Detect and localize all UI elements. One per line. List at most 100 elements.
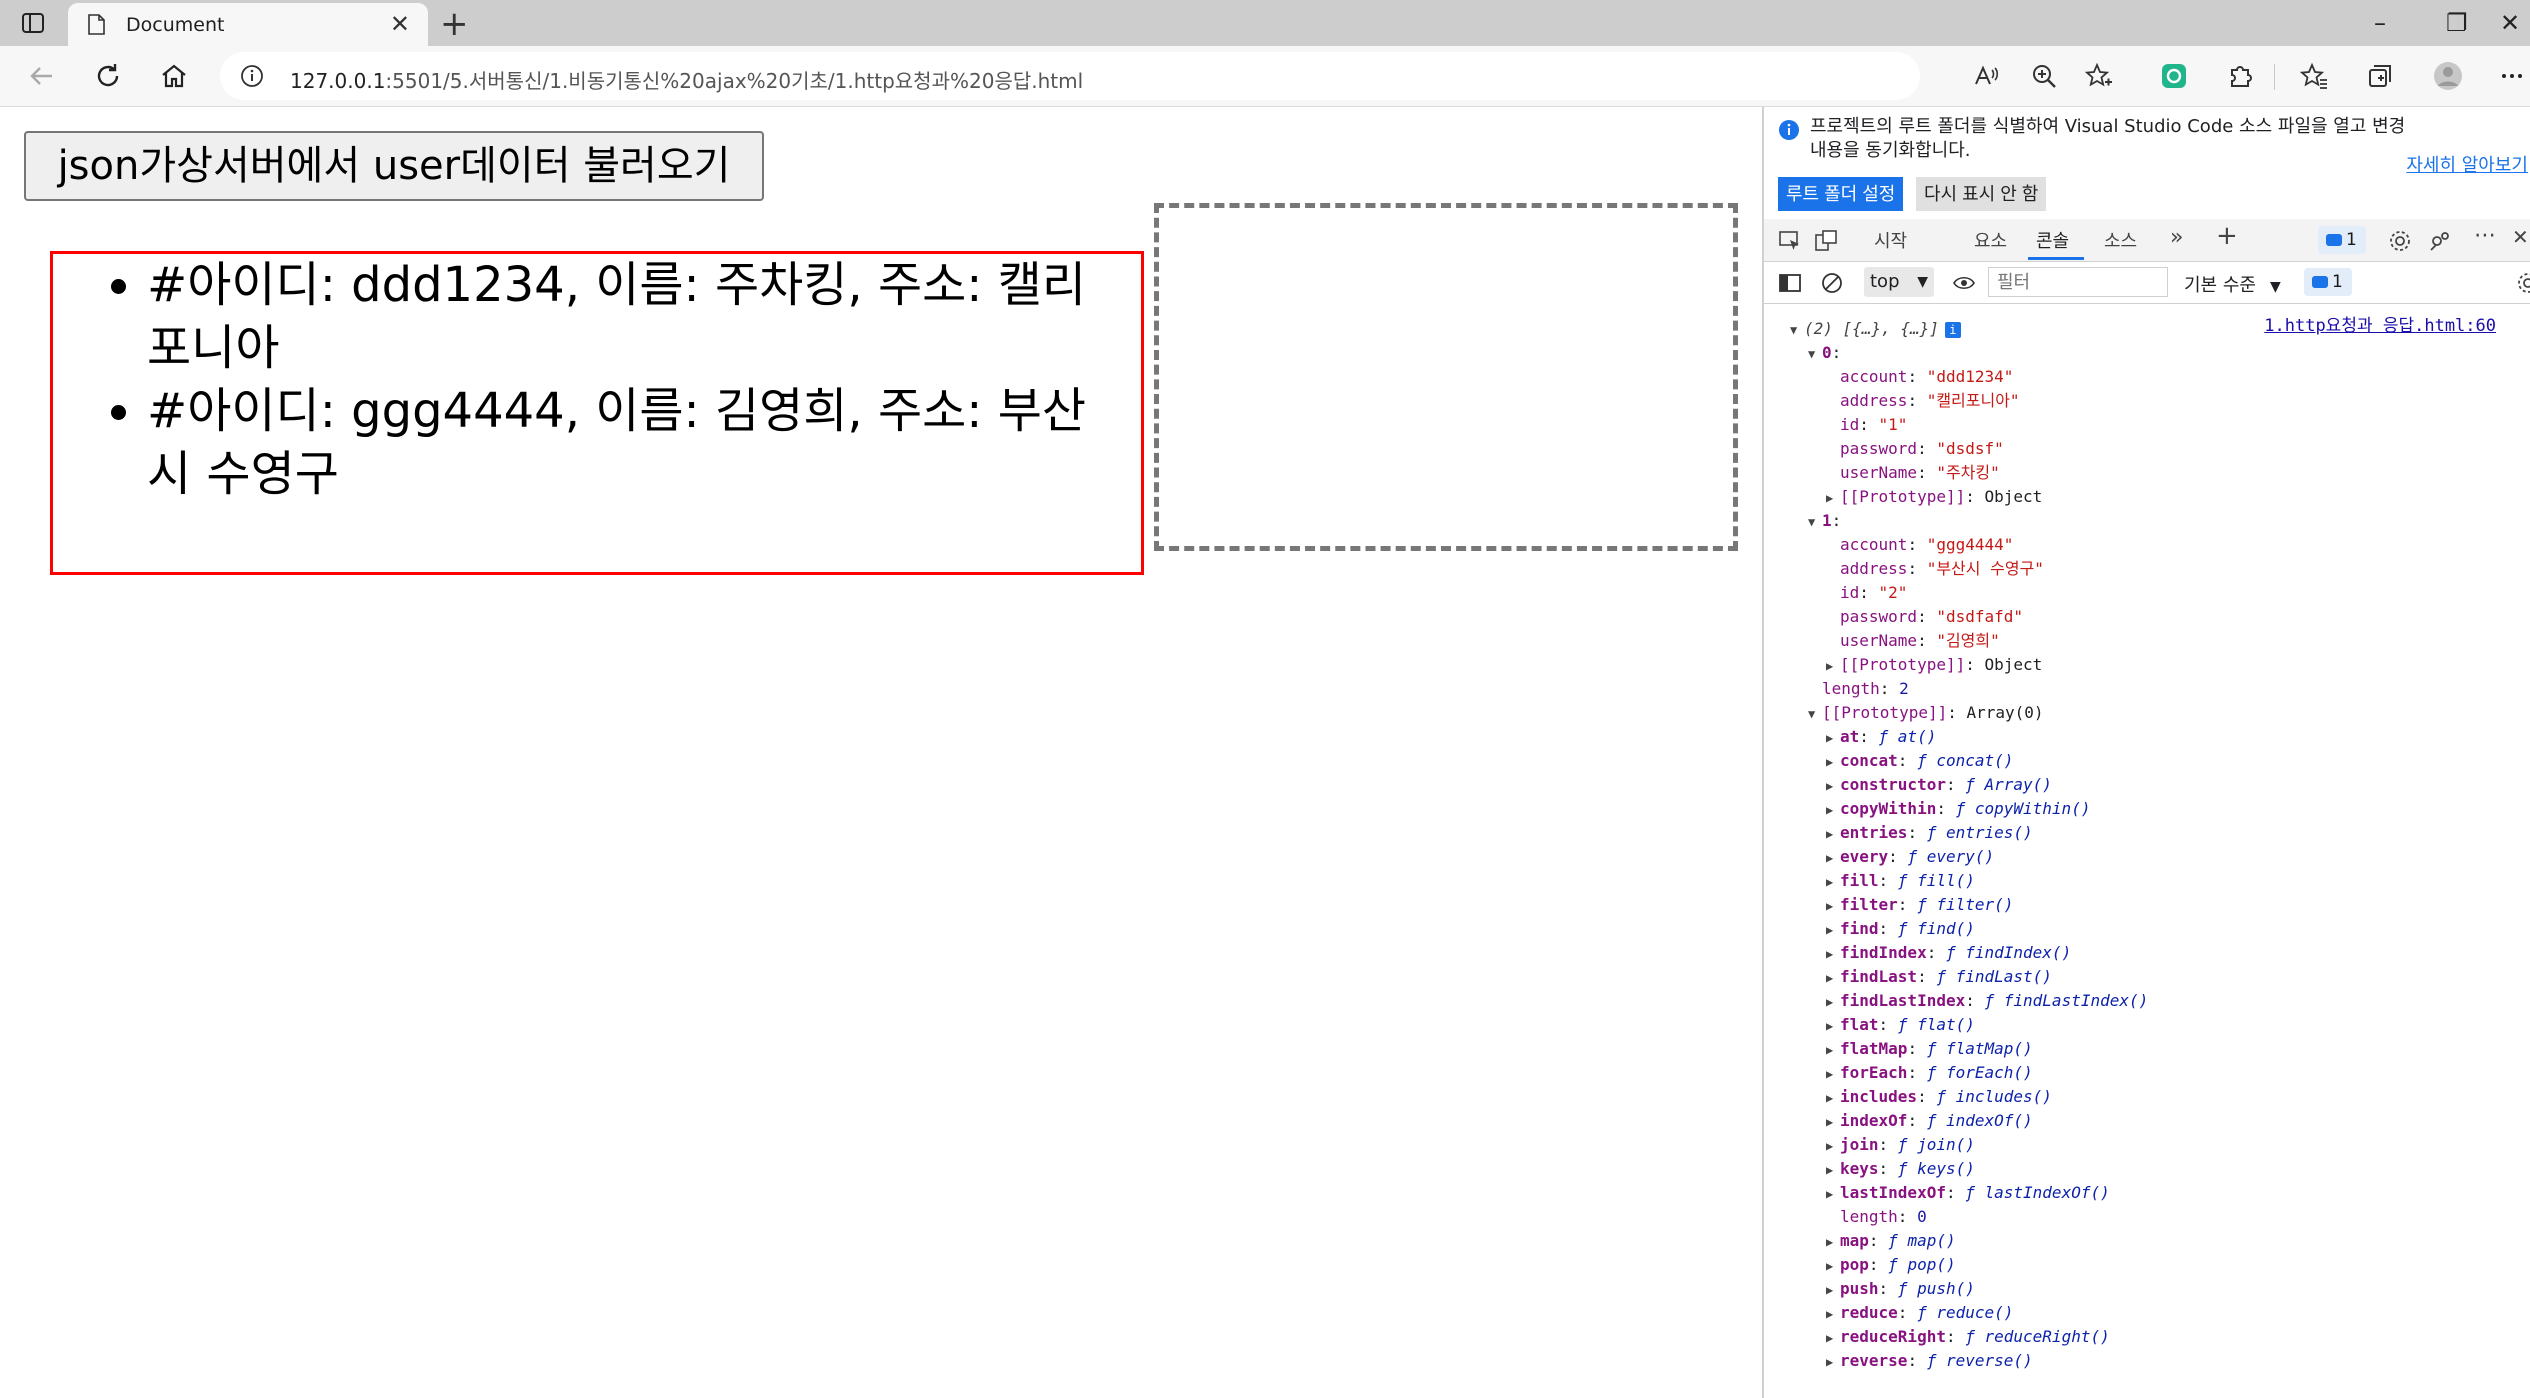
close-devtools-icon[interactable]: ✕ bbox=[2512, 225, 2529, 249]
console-method[interactable]: ▶ pop: ƒ pop() bbox=[1826, 1253, 1956, 1278]
collapsed-arrow-icon[interactable]: ▶ bbox=[1826, 846, 1840, 870]
console-prototype[interactable]: ▶ [[Prototype]]: Object bbox=[1826, 485, 2042, 510]
tab-sources[interactable]: 소스 bbox=[2104, 227, 2137, 253]
minimize-icon[interactable]: – bbox=[2374, 6, 2386, 40]
console-method[interactable]: ▶ join: ƒ join() bbox=[1826, 1133, 1975, 1158]
learn-more-link[interactable]: 자세히 알아보기 bbox=[2406, 151, 2528, 177]
collapsed-arrow-icon[interactable]: ▶ bbox=[1826, 1158, 1840, 1182]
console-method[interactable]: ▶ reduce: ƒ reduce() bbox=[1826, 1301, 2013, 1326]
collapsed-arrow-icon[interactable]: ▶ bbox=[1826, 750, 1840, 774]
collapsed-arrow-icon[interactable]: ▶ bbox=[1826, 486, 1840, 510]
collapsed-arrow-icon[interactable]: ▶ bbox=[1826, 1038, 1840, 1062]
console-method[interactable]: ▶ findLast: ƒ findLast() bbox=[1826, 965, 2052, 990]
collapsed-arrow-icon[interactable]: ▶ bbox=[1826, 1110, 1840, 1134]
collapsed-arrow-icon[interactable]: ▶ bbox=[1826, 918, 1840, 942]
console-method[interactable]: ▶ fill: ƒ fill() bbox=[1826, 869, 1975, 894]
collapsed-arrow-icon[interactable]: ▶ bbox=[1826, 870, 1840, 894]
collapsed-arrow-icon[interactable]: ▶ bbox=[1826, 1254, 1840, 1278]
console-object-header[interactable]: ▼ 1: bbox=[1808, 509, 1841, 534]
window-close-icon[interactable]: ✕ bbox=[2500, 6, 2520, 40]
inspect-icon[interactable] bbox=[1778, 229, 1802, 253]
collapsed-arrow-icon[interactable]: ▶ bbox=[1826, 1350, 1840, 1374]
collections-icon[interactable] bbox=[2364, 60, 2396, 92]
dont-show-again-button[interactable]: 다시 표시 안 함 bbox=[1916, 177, 2047, 211]
console-object-header[interactable]: ▼ 0: bbox=[1808, 341, 1841, 366]
console-array-header[interactable]: ▼ (2) [{…}, {…}] i bbox=[1790, 317, 1961, 342]
collapsed-arrow-icon[interactable]: ▶ bbox=[1826, 990, 1840, 1014]
tab-console[interactable]: 콘솔 bbox=[2036, 227, 2069, 253]
console-method[interactable]: ▶ reduceRight: ƒ reduceRight() bbox=[1826, 1325, 2110, 1350]
source-link[interactable]: 1.http요청과 응답.html:60 bbox=[2264, 311, 2496, 336]
log-levels-dropdown[interactable]: 기본 수준 ▼ bbox=[2184, 271, 2281, 297]
zoom-icon[interactable] bbox=[2028, 60, 2060, 92]
collapsed-arrow-icon[interactable]: ▶ bbox=[1826, 1278, 1840, 1302]
console-filter-input[interactable] bbox=[1988, 267, 2168, 297]
load-users-button[interactable]: json가상서버에서 user데이터 불러오기 bbox=[24, 131, 764, 201]
context-selector[interactable]: top ▼ bbox=[1864, 267, 1934, 297]
favorite-add-icon[interactable] bbox=[2082, 60, 2114, 92]
collapsed-arrow-icon[interactable]: ▶ bbox=[1826, 798, 1840, 822]
console-method[interactable]: ▶ flatMap: ƒ flatMap() bbox=[1826, 1037, 2033, 1062]
console-method[interactable]: ▶ filter: ƒ filter() bbox=[1826, 893, 2013, 918]
expanded-arrow-icon[interactable]: ▼ bbox=[1808, 702, 1822, 726]
browser-tab[interactable]: Document ✕ bbox=[68, 3, 428, 46]
console-method[interactable]: ▶ findLastIndex: ƒ findLastIndex() bbox=[1826, 989, 2148, 1014]
extension-green-icon[interactable] bbox=[2158, 60, 2190, 92]
more-options-icon[interactable] bbox=[2496, 60, 2528, 92]
back-icon[interactable] bbox=[26, 60, 58, 92]
collapsed-arrow-icon[interactable]: ▶ bbox=[1826, 1086, 1840, 1110]
collapsed-arrow-icon[interactable]: ▶ bbox=[1826, 1326, 1840, 1350]
console-method[interactable]: ▶ entries: ƒ entries() bbox=[1826, 821, 2033, 846]
settings-gear-icon[interactable] bbox=[2388, 229, 2412, 253]
profile-avatar-icon[interactable] bbox=[2432, 60, 2464, 92]
collapsed-arrow-icon[interactable]: ▶ bbox=[1826, 1302, 1840, 1326]
collapsed-arrow-icon[interactable]: ▶ bbox=[1826, 894, 1840, 918]
collapsed-arrow-icon[interactable]: ▶ bbox=[1826, 774, 1840, 798]
console-method[interactable]: ▶ concat: ƒ concat() bbox=[1826, 749, 2013, 774]
info-badge-icon[interactable]: i bbox=[1944, 322, 1961, 338]
set-root-folder-button[interactable]: 루트 폴더 설정 bbox=[1778, 177, 1904, 211]
tab-elements[interactable]: 요소 bbox=[1974, 227, 2007, 253]
url-text[interactable]: 127.0.0.1:5501/5.서버통신/1.비동기통신%20ajax%20기… bbox=[290, 65, 1083, 94]
console-method[interactable]: ▶ flat: ƒ flat() bbox=[1826, 1013, 1975, 1038]
console-method[interactable]: ▶ indexOf: ƒ indexOf() bbox=[1826, 1109, 2033, 1134]
expanded-arrow-icon[interactable]: ▼ bbox=[1808, 342, 1822, 366]
collapsed-arrow-icon[interactable]: ▶ bbox=[1826, 654, 1840, 678]
customize-icon[interactable] bbox=[2428, 229, 2452, 253]
console-issues-badge[interactable]: 1 bbox=[2304, 268, 2352, 296]
expanded-arrow-icon[interactable]: ▼ bbox=[1790, 318, 1804, 342]
collapsed-arrow-icon[interactable]: ▶ bbox=[1826, 726, 1840, 750]
collapsed-arrow-icon[interactable]: ▶ bbox=[1826, 942, 1840, 966]
collapsed-arrow-icon[interactable]: ▶ bbox=[1826, 1230, 1840, 1254]
console-method[interactable]: ▶ keys: ƒ keys() bbox=[1826, 1157, 1975, 1182]
console-method[interactable]: ▶ constructor: ƒ Array() bbox=[1826, 773, 2052, 798]
collapsed-arrow-icon[interactable]: ▶ bbox=[1826, 1182, 1840, 1206]
collapsed-arrow-icon[interactable]: ▶ bbox=[1826, 1062, 1840, 1086]
live-expression-eye-icon[interactable] bbox=[1952, 271, 1976, 295]
console-method[interactable]: ▶ includes: ƒ includes() bbox=[1826, 1085, 2052, 1110]
site-info-icon[interactable] bbox=[240, 64, 264, 88]
add-tab-icon[interactable]: + bbox=[2216, 221, 2238, 251]
console-method[interactable]: ▶ push: ƒ push() bbox=[1826, 1277, 1975, 1302]
console-method[interactable]: ▶ find: ƒ find() bbox=[1826, 917, 1975, 942]
collapsed-arrow-icon[interactable]: ▶ bbox=[1826, 1134, 1840, 1158]
console-array-prototype[interactable]: ▼ [[Prototype]]: Array(0) bbox=[1808, 701, 2044, 726]
device-emulation-icon[interactable] bbox=[1814, 229, 1838, 253]
devtools-menu-icon[interactable]: ⋯ bbox=[2474, 223, 2496, 248]
collapsed-arrow-icon[interactable]: ▶ bbox=[1826, 966, 1840, 990]
console-method[interactable]: ▶ at: ƒ at() bbox=[1826, 725, 1936, 750]
console-method[interactable]: ▶ map: ƒ map() bbox=[1826, 1229, 1956, 1254]
home-icon[interactable] bbox=[158, 60, 190, 92]
clear-console-icon[interactable] bbox=[1820, 271, 1844, 295]
console-method[interactable]: ▶ forEach: ƒ forEach() bbox=[1826, 1061, 2033, 1086]
tab-close-icon[interactable]: ✕ bbox=[390, 11, 410, 37]
sidebar-show-icon[interactable] bbox=[1778, 271, 1802, 295]
collapsed-arrow-icon[interactable]: ▶ bbox=[1826, 1014, 1840, 1038]
favorites-icon[interactable] bbox=[2298, 60, 2330, 92]
expanded-arrow-icon[interactable]: ▼ bbox=[1808, 510, 1822, 534]
console-prototype[interactable]: ▶ [[Prototype]]: Object bbox=[1826, 653, 2042, 678]
read-aloud-icon[interactable] bbox=[1970, 60, 2002, 92]
console-method[interactable]: ▶ every: ƒ every() bbox=[1826, 845, 1994, 870]
issues-badge[interactable]: 1 bbox=[2318, 226, 2366, 254]
address-bar[interactable]: 127.0.0.1:5501/5.서버통신/1.비동기통신%20ajax%20기… bbox=[220, 52, 1920, 100]
